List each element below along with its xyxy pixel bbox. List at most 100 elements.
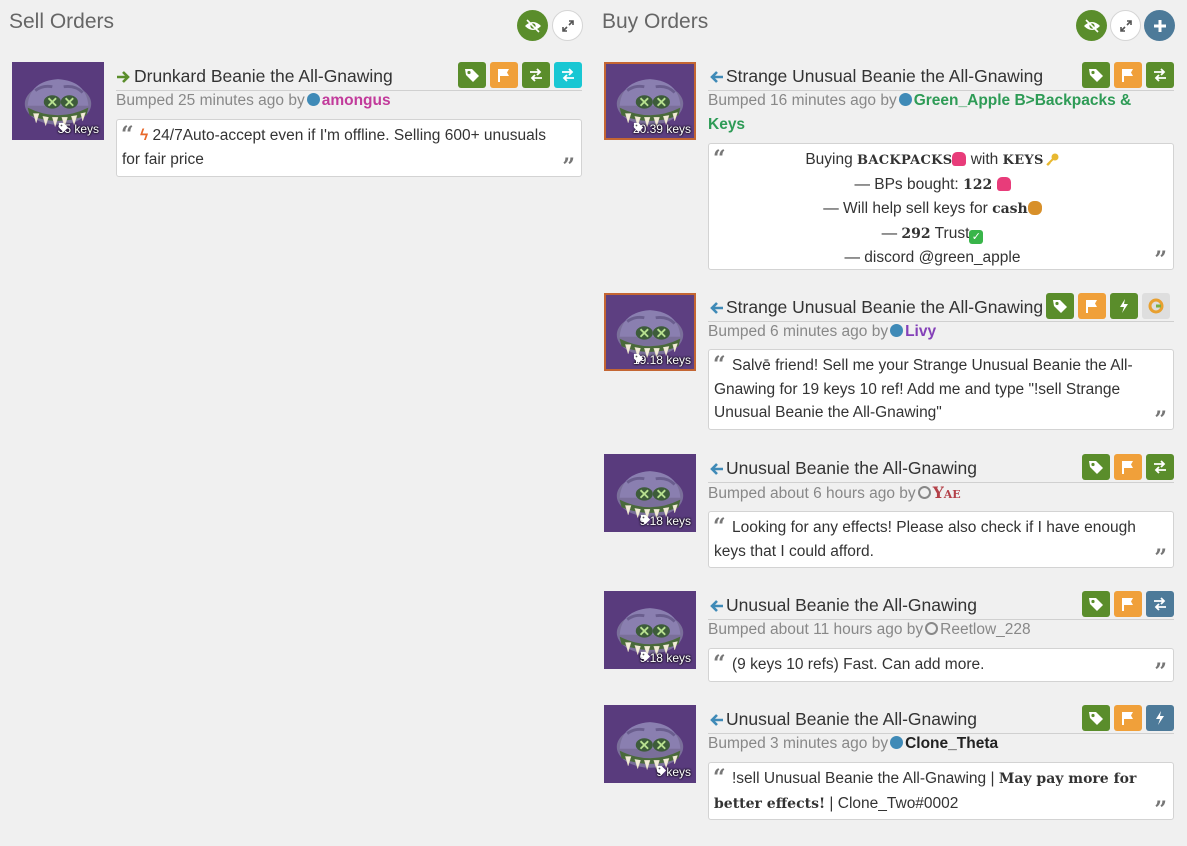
price-tag-icon: [633, 353, 644, 364]
message-text: (9 keys 10 refs) Fast. Can add more.: [732, 656, 985, 673]
sell-expand-button[interactable]: [552, 10, 583, 41]
eye-slash-icon: [524, 19, 542, 33]
report-button[interactable]: [1114, 705, 1142, 731]
key-emoji-icon: [1045, 153, 1059, 166]
item-thumbnail[interactable]: 9.18 keys: [604, 454, 696, 532]
tag-icon: [1088, 596, 1104, 612]
user-name[interactable]: Green_Apple B>Backpacks &: [914, 92, 1132, 109]
item-thumbnail[interactable]: 19.18 keys: [604, 293, 696, 371]
quote-close-icon: ”: [1154, 407, 1167, 433]
price-tag-icon: [58, 122, 69, 133]
listing-tags: [1082, 62, 1174, 88]
item-name-text: Unusual Beanie the All-Gnawing: [726, 458, 977, 478]
flag-icon: [1120, 459, 1136, 475]
trade-offer-button[interactable]: [1146, 62, 1174, 88]
buy-listing: 9 keys Unusual Beanie the All-Gnawing Bu…: [604, 705, 1174, 823]
price-tag-button[interactable]: [1082, 705, 1110, 731]
instant-trade-button[interactable]: [554, 62, 582, 88]
item-thumbnail[interactable]: 9.18 keys: [604, 591, 696, 669]
user-name[interactable]: Yae: [933, 483, 961, 502]
swap-icon: [1152, 459, 1168, 475]
tag-icon: [1088, 459, 1104, 475]
item-name[interactable]: Strange Unusual Beanie the All-Gnawing: [708, 297, 1043, 318]
price-tag-button[interactable]: [458, 62, 486, 88]
report-button[interactable]: [1114, 62, 1142, 88]
item-name[interactable]: Unusual Beanie the All-Gnawing: [708, 458, 977, 479]
sell-toggle-visibility-button[interactable]: [517, 10, 548, 41]
listing-title-row: Unusual Beanie the All-Gnawing: [708, 705, 1174, 734]
bump-info: Bumped 25 minutes ago by amongus: [116, 89, 391, 113]
report-button[interactable]: [1114, 454, 1142, 480]
buy-arrow-icon: [708, 70, 724, 84]
user-name-cont[interactable]: Keys: [708, 116, 745, 133]
sell-orders-title: Sell Orders: [9, 10, 115, 33]
buy-arrow-icon: [708, 301, 724, 315]
buy-arrow-icon: [708, 599, 724, 613]
item-thumbnail[interactable]: 20.39 keys: [604, 62, 696, 140]
item-name[interactable]: Drunkard Beanie the All-Gnawing: [116, 66, 393, 87]
listing-message: “ Looking for any effects! Please also c…: [708, 511, 1174, 569]
user-name[interactable]: amongus: [322, 92, 391, 109]
online-status-icon: [306, 93, 320, 106]
price-tag-icon: [640, 651, 651, 662]
quote-open-icon: “: [713, 765, 726, 791]
listing-title-row: Unusual Beanie the All-Gnawing: [708, 591, 1174, 620]
message-text: Salvē friend! Sell me your Strange Unusu…: [714, 357, 1133, 421]
report-button[interactable]: [490, 62, 518, 88]
swap-icon: [1152, 596, 1168, 612]
buy-listing: 20.39 keys Strange Unusual Beanie the Al…: [604, 62, 1174, 272]
trade-offer-button[interactable]: [1146, 591, 1174, 617]
message-text: Looking for any effects! Please also che…: [714, 519, 1136, 560]
buy-arrow-icon: [708, 462, 724, 476]
instant-buy-button[interactable]: [1146, 705, 1174, 731]
bumped-text: Bumped about 6 hours ago by: [708, 485, 916, 502]
price-tag-button[interactable]: [1082, 62, 1110, 88]
offline-status-icon: [925, 622, 939, 635]
tag-icon: [1088, 710, 1104, 726]
listing-tags: [1082, 705, 1174, 731]
gladiator-bot-button[interactable]: [1142, 293, 1170, 319]
listing-title-row: Drunkard Beanie the All-Gnawing: [116, 62, 582, 91]
buy-listing: 9.18 keys Unusual Beanie the All-Gnawing…: [604, 454, 1174, 569]
online-status-icon: [890, 736, 904, 749]
user-name[interactable]: Clone_Theta: [905, 735, 998, 752]
item-name[interactable]: Strange Unusual Beanie the All-Gnawing: [708, 66, 1043, 87]
listing-message: “ Salvē friend! Sell me your Strange Unu…: [708, 349, 1174, 433]
eye-slash-icon: [1083, 19, 1101, 33]
bumped-text: Bumped 6 minutes ago by: [708, 323, 889, 340]
price-tag-button[interactable]: [1046, 293, 1074, 319]
item-name[interactable]: Unusual Beanie the All-Gnawing: [708, 709, 977, 730]
listing-tags: [458, 62, 582, 88]
user-name[interactable]: Livy: [905, 323, 936, 340]
instant-buy-button[interactable]: [1110, 293, 1138, 319]
trade-offer-button[interactable]: [522, 62, 550, 88]
tag-icon: [1052, 298, 1068, 314]
price-tag-button[interactable]: [1082, 454, 1110, 480]
report-button[interactable]: [1114, 591, 1142, 617]
listing-title-row: Strange Unusual Beanie the All-Gnawing: [708, 293, 1174, 322]
user-name[interactable]: Reetlow_228: [940, 621, 1030, 638]
item-thumbnail[interactable]: 35 keys: [12, 62, 104, 140]
quote-close-icon: ”: [562, 154, 575, 180]
price-badge: 9 keys: [656, 765, 691, 779]
trade-offer-button[interactable]: [1146, 454, 1174, 480]
add-buy-order-button[interactable]: [1144, 10, 1175, 41]
report-button[interactable]: [1078, 293, 1106, 319]
price-tag-button[interactable]: [1082, 591, 1110, 617]
item-name-text: Unusual Beanie the All-Gnawing: [726, 709, 977, 729]
bumped-text: Bumped 3 minutes ago by: [708, 735, 889, 752]
message-line-4: — 292 Trust ✓: [714, 222, 1151, 247]
listing-message: “ ϟ 24/7Auto-accept even if I'm offline.…: [116, 119, 582, 180]
item-name-text: Strange Unusual Beanie the All-Gnawing: [726, 297, 1044, 317]
item-name[interactable]: Unusual Beanie the All-Gnawing: [708, 595, 977, 616]
listing-tags: [1082, 454, 1174, 480]
item-thumbnail[interactable]: 9 keys: [604, 705, 696, 783]
flag-icon: [1120, 67, 1136, 83]
buy-orders-title: Buy Orders: [602, 10, 709, 33]
swap-icon: [528, 67, 544, 83]
buy-expand-button[interactable]: [1110, 10, 1141, 41]
bolt-icon: [1116, 298, 1132, 314]
buy-toggle-visibility-button[interactable]: [1076, 10, 1107, 41]
bumped-text: Bumped 25 minutes ago by: [116, 92, 305, 109]
quote-close-icon: ”: [1154, 659, 1167, 685]
